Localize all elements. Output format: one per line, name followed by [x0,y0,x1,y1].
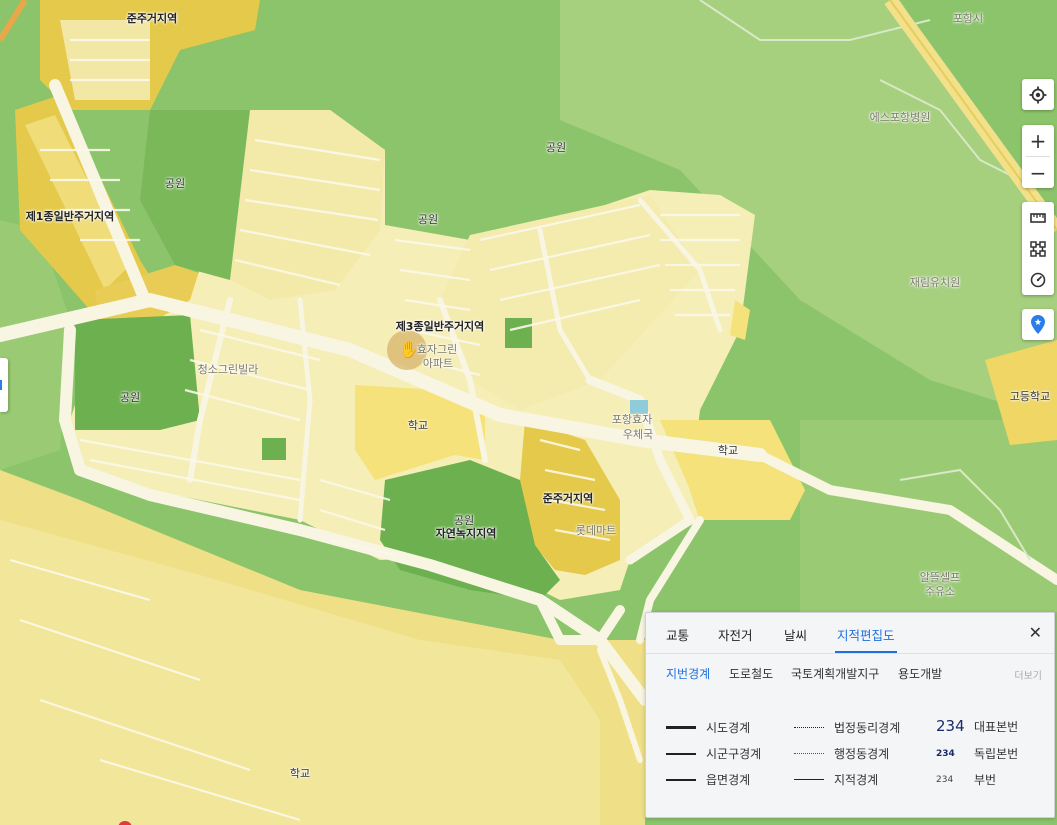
subtab-road-rail[interactable]: 도로철도 [729,665,773,682]
legend-label: 읍면경계 [706,773,751,787]
park-label: 공원 [545,141,567,154]
legend-number: 234 [936,717,965,735]
poi-label: 재림유치원 [909,276,961,289]
park-label: 공원 [417,213,439,226]
school-label: 학교 [407,419,429,432]
measure-control [1022,202,1054,295]
crosshair-icon[interactable] [1022,79,1054,110]
area-icon[interactable] [1022,233,1054,264]
poi-label: 포항효자 [611,413,653,426]
ruler-icon[interactable] [1022,202,1054,233]
legend-label: 시도경계 [706,721,751,735]
legend-item: 행정동경계 [794,745,889,762]
close-icon[interactable]: ✕ [1029,623,1042,642]
legend-label: 법정동리경계 [834,721,901,735]
legend-item: 시군구경계 [666,745,761,762]
legend-label: 행정동경계 [834,747,890,761]
zone-label-quasi-top: 준주거지역 [126,12,178,25]
high-school-label: 고등학교 [1009,390,1051,403]
tab-bicycle[interactable]: 자전거 [718,625,753,644]
zone-label-type3: 제3종일반주거지역 [395,320,485,333]
poi-label: 아파트 [422,357,454,370]
legend-number: 234 [936,774,954,785]
legend-item: 법정동리경계 [794,719,900,736]
legend-label: 시군구경계 [706,747,762,761]
legend-label: 대표본번 [974,719,1019,734]
legend-item: 234 독립본번 [936,745,1018,762]
legend-line [794,779,824,780]
subtab-national-planning[interactable]: 국토계획개발지구 [791,665,879,682]
map-pin-icon[interactable] [1022,309,1054,340]
legend-number: 234 [936,748,955,759]
legend-label: 독립본번 [974,747,1019,761]
legend-line [666,778,696,781]
poi-label: 청소그린빌라 [197,363,259,376]
legend-item: 234 부번 [936,771,996,788]
compass-icon[interactable] [1022,264,1054,295]
poi-label: 에스포항병원 [869,111,931,124]
legend-item: 시도경계 [666,719,750,736]
park-label: 공원 [453,514,475,527]
park-label: 공원 [164,177,186,190]
legend-line [666,752,696,755]
zoom-in-button[interactable]: + [1022,125,1054,156]
legend-line [794,753,824,754]
park-label: 공원 [119,391,141,404]
subtab-land-use[interactable]: 용도개발 [898,665,942,682]
tab-weather[interactable]: 날씨 [784,625,807,644]
panel-tab-bar: 교통 자전거 날씨 지적편집도 ✕ [646,613,1054,654]
zone-label-quasi-center: 준주거지역 [542,492,594,505]
poi-label: 주유소 [924,585,956,598]
legend-item: 234 대표본번 [936,717,1018,735]
locate-control[interactable] [1022,79,1054,110]
poi-label: 포항시 [952,12,984,25]
legend-label: 부번 [974,773,997,787]
zoom-control: + − [1022,125,1054,188]
school-label: 학교 [289,767,311,780]
school-label: 학교 [717,444,739,457]
pin-control [1022,309,1054,340]
poi-label: 롯데마트 [575,524,617,537]
legend-item: 읍면경계 [666,771,750,788]
layer-panel: 교통 자전거 날씨 지적편집도 ✕ 지번경계 도로철도 국토계획개발지구 용도개… [645,612,1055,818]
tab-cadastral-map[interactable]: 지적편집도 [835,625,897,653]
legend-label: 지적경계 [834,773,879,787]
zoom-out-button[interactable]: − [1022,157,1054,188]
legend-line [666,726,696,729]
side-panel-toggle[interactable] [0,358,8,412]
more-link[interactable]: 더보기 [1014,667,1042,682]
zone-label-type1: 제1종일반주거지역 [25,210,115,223]
legend-item: 지적경계 [794,771,878,788]
tab-traffic[interactable]: 교통 [666,625,689,644]
legend-line [794,727,824,728]
poi-label: 우체국 [622,428,654,441]
subtab-parcel-boundary[interactable]: 지번경계 [666,665,710,682]
